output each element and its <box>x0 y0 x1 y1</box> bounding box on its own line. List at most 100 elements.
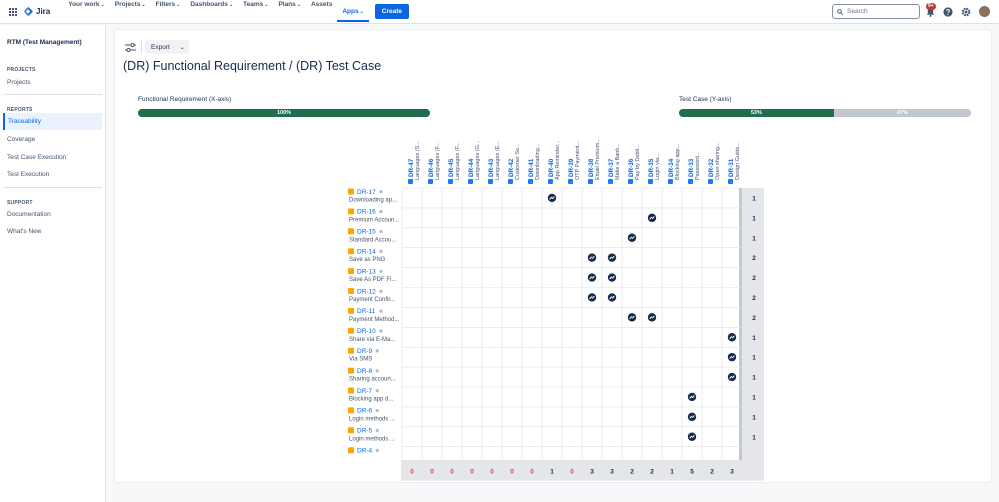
row-header-summary: Sharing accoun... <box>349 377 396 383</box>
status-dot-icon <box>375 369 379 373</box>
row-total-value: 1 <box>752 394 756 401</box>
requirement-type-icon <box>348 447 354 454</box>
row-header-key[interactable]: DR-13 <box>357 268 376 275</box>
column-header-key[interactable]: DR-36 <box>628 158 635 177</box>
column-total-value: 3 <box>610 469 614 476</box>
test-case-type-icon <box>728 179 733 184</box>
column-total-value: 5 <box>690 469 694 476</box>
test-case-type-icon <box>568 179 573 184</box>
column-header-summary: Login via... <box>655 153 661 180</box>
row-header-summary: Login methods ... <box>349 436 395 442</box>
link-icon[interactable] <box>647 213 657 223</box>
column-header-key[interactable]: DR-31 <box>728 158 735 177</box>
row-total-value: 1 <box>752 434 756 441</box>
requirement-type-icon <box>348 347 354 354</box>
row-total-value: 2 <box>752 315 756 322</box>
column-header-key[interactable]: DR-39 <box>568 158 575 177</box>
link-icon[interactable] <box>727 372 737 382</box>
status-dot-icon <box>379 229 383 234</box>
link-icon[interactable] <box>627 233 637 242</box>
row-header-key[interactable]: DR-14 <box>357 249 376 256</box>
row-header-key[interactable]: DR-6 <box>357 408 373 415</box>
column-header-key[interactable]: DR-37 <box>608 158 615 177</box>
row-header-summary: Login methods ... <box>349 416 395 422</box>
column-total-value: 0 <box>510 469 514 476</box>
status-dot-icon <box>379 190 383 194</box>
column-header-key[interactable]: DR-44 <box>468 158 475 177</box>
status-dot-icon <box>379 289 383 293</box>
test-case-type-icon <box>608 179 613 184</box>
row-header-key[interactable]: DR-16 <box>357 209 376 216</box>
row-header-summary: Via SMS <box>349 357 372 363</box>
link-icon[interactable] <box>687 412 697 422</box>
column-header-key[interactable]: DR-40 <box>548 158 555 177</box>
link-icon[interactable] <box>547 193 557 203</box>
row-total-value: 1 <box>752 215 756 222</box>
row-header-key[interactable]: DR-4 <box>357 448 373 455</box>
column-header-key[interactable]: DR-41 <box>528 158 535 177</box>
column-total-value: 2 <box>630 469 634 476</box>
link-icon[interactable] <box>587 273 597 282</box>
test-case-type-icon <box>708 179 713 184</box>
row-total-value: 1 <box>752 195 756 202</box>
link-icon[interactable] <box>647 313 657 322</box>
traceability-matrix: DR-47 Languages (S... DR-46 Languages (F...… <box>348 138 764 481</box>
link-icon[interactable] <box>607 293 617 302</box>
link-icon[interactable] <box>607 273 617 282</box>
row-header-key[interactable]: DR-12 <box>357 288 376 295</box>
link-icon[interactable] <box>587 293 597 302</box>
status-dot-icon <box>379 249 383 253</box>
status-dot-icon <box>379 269 383 273</box>
row-header-key[interactable]: DR-7 <box>357 388 373 395</box>
column-header-summary: Make a Bank... <box>615 143 621 180</box>
column-header-key[interactable]: DR-45 <box>448 158 455 177</box>
requirement-type-icon <box>348 228 354 235</box>
requirement-type-icon <box>348 208 354 215</box>
row-header-key[interactable]: DR-10 <box>357 328 376 335</box>
column-total-value: 0 <box>530 469 534 476</box>
column-total-value: 0 <box>570 469 574 476</box>
column-total-value: 3 <box>730 469 734 476</box>
link-icon[interactable] <box>687 432 697 441</box>
column-header-key[interactable]: DR-32 <box>708 158 715 177</box>
link-icon[interactable] <box>607 253 617 262</box>
column-header-key[interactable]: DR-38 <box>588 158 595 177</box>
row-header-summary: Save As PDF Fi... <box>349 277 397 283</box>
requirement-type-icon <box>348 327 354 334</box>
test-case-type-icon <box>648 179 653 184</box>
row-header-key[interactable]: DR-11 <box>357 308 376 315</box>
test-case-type-icon <box>668 179 673 184</box>
row-header-key[interactable]: DR-5 <box>357 428 373 435</box>
test-case-type-icon <box>548 179 553 184</box>
status-dot-icon <box>379 309 383 313</box>
column-header-key[interactable]: DR-34 <box>668 158 675 177</box>
column-header-key[interactable]: DR-42 <box>508 158 515 177</box>
requirement-type-icon <box>348 288 354 294</box>
status-dot-icon <box>375 428 379 433</box>
column-total-value: 0 <box>410 469 414 476</box>
row-total-value: 1 <box>752 375 756 382</box>
column-header-key[interactable]: DR-33 <box>688 158 695 177</box>
column-header-summary: Languages (E... <box>495 141 501 180</box>
row-total-value: 1 <box>752 355 756 362</box>
matrix-vertical-scrollbar[interactable] <box>739 188 742 461</box>
column-header-key[interactable]: DR-43 <box>488 158 495 177</box>
column-total-value: 0 <box>470 469 474 476</box>
column-header-key[interactable]: DR-46 <box>428 158 435 177</box>
column-header-key[interactable]: DR-47 <box>408 158 415 177</box>
requirement-type-icon <box>348 307 354 314</box>
link-icon[interactable] <box>587 253 597 262</box>
row-header-key[interactable]: DR-17 <box>357 189 376 196</box>
column-header-key[interactable]: DR-35 <box>648 158 655 177</box>
column-header-summary: Customer Se... <box>515 143 521 180</box>
link-icon[interactable] <box>627 313 637 322</box>
row-header-key[interactable]: DR-15 <box>357 229 376 236</box>
row-header-key[interactable]: DR-8 <box>357 368 373 375</box>
column-header-summary: OTP Payment... <box>575 141 581 180</box>
row-header-key[interactable]: DR-9 <box>357 348 373 355</box>
link-icon[interactable] <box>727 333 737 342</box>
row-total-value: 1 <box>752 235 756 242</box>
link-icon[interactable] <box>727 352 737 362</box>
row-total-value: 2 <box>752 255 756 262</box>
link-icon[interactable] <box>687 392 697 402</box>
